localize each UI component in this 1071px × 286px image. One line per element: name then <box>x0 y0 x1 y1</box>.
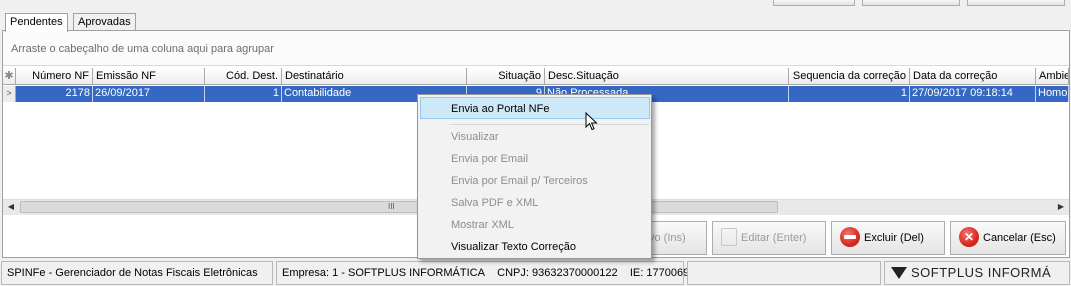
editar-button[interactable]: Editar (Enter) <box>712 221 826 255</box>
cell-numero-nf[interactable]: 2178 <box>16 86 93 102</box>
row-indicator-header[interactable]: ✱ <box>3 68 16 85</box>
col-sequencia-correcao[interactable]: Sequencia da correção <box>789 68 910 85</box>
cancelar-button-label: Cancelar (Esc) <box>983 232 1056 244</box>
menu-envia-email-terceiros[interactable]: Envia por Email p/ Terceiros <box>418 170 651 192</box>
scroll-grip: III <box>388 202 395 211</box>
menu-separator <box>449 124 649 125</box>
edit-icon <box>721 228 737 247</box>
col-ambiente[interactable]: Ambien <box>1036 68 1069 85</box>
cell-sequencia-correcao[interactable]: 1 <box>789 86 910 102</box>
excluir-button[interactable]: Excluir (Del) <box>831 221 945 255</box>
cancelar-button[interactable]: ✕ Cancelar (Esc) <box>950 221 1066 255</box>
status-empty-panel <box>687 261 881 285</box>
status-ie: IE: 1770069 <box>629 267 690 279</box>
cell-ambiente[interactable]: Homolo <box>1036 86 1069 102</box>
cell-emissao-nf[interactable]: 26/09/2017 <box>93 86 205 102</box>
softplus-logo-text: SOFTPLUS INFORMÁ <box>911 265 1052 280</box>
menu-visualizar-texto-correcao[interactable]: Visualizar Texto Correção <box>418 236 651 258</box>
excluir-icon <box>840 227 860 248</box>
status-cnpj: CNPJ: 93632370000122 <box>497 267 618 279</box>
scrollbar-thumb[interactable] <box>20 201 778 213</box>
menu-envia-portal-nfe[interactable]: Envia ao Portal NFe <box>420 97 650 119</box>
status-logo-panel: SOFTPLUS INFORMÁ <box>884 261 1070 285</box>
menu-salva-pdf-xml[interactable]: Salva PDF e XML <box>418 192 651 214</box>
editar-button-label: Editar (Enter) <box>741 232 807 244</box>
col-cod-dest[interactable]: Cód. Dest. <box>205 68 282 85</box>
top-button-2[interactable] <box>862 0 960 6</box>
tab-pendentes[interactable]: Pendentes <box>5 13 68 32</box>
col-data-correcao[interactable]: Data da correção <box>910 68 1036 85</box>
col-desc-situacao[interactable]: Desc.Situação <box>545 68 789 85</box>
tab-pendentes-label: Pendentes <box>10 16 63 28</box>
menu-envia-email[interactable]: Envia por Email <box>418 148 651 170</box>
col-numero-nf[interactable]: Número NF <box>16 68 93 85</box>
scroll-left-icon[interactable]: ◀ <box>3 199 19 215</box>
context-menu: Envia ao Portal NFe Visualizar Envia por… <box>417 94 652 259</box>
status-app-name: SPINFe - Gerenciador de Notas Fiscais El… <box>1 261 273 285</box>
col-situacao[interactable]: Situação <box>467 68 545 85</box>
softplus-logo-icon <box>891 267 907 280</box>
tab-aprovadas[interactable]: Aprovadas <box>73 13 136 31</box>
top-button-1[interactable] <box>773 0 855 6</box>
cancel-icon: ✕ <box>959 227 979 248</box>
status-empresa: Empresa: 1 - SOFTPLUS INFORMÁTICA <box>282 267 485 279</box>
menu-mostrar-xml[interactable]: Mostrar XML <box>418 214 651 236</box>
cell-data-correcao[interactable]: 27/09/2017 09:18:14 <box>910 86 1036 102</box>
col-emissao-nf[interactable]: Emissão NF <box>93 68 205 85</box>
scroll-right-icon[interactable]: ▶ <box>1053 199 1069 215</box>
col-destinatario[interactable]: Destinatário <box>282 68 467 85</box>
excluir-button-label: Excluir (Del) <box>864 232 924 244</box>
status-company-panel: Empresa: 1 - SOFTPLUS INFORMÁTICA CNPJ: … <box>276 261 689 285</box>
row-indicator[interactable]: > <box>3 86 16 102</box>
group-by-hint: Arraste o cabeçalho de uma coluna aqui p… <box>11 43 274 55</box>
novo-button-label: vo (Ins) <box>649 232 686 244</box>
tab-aprovadas-label: Aprovadas <box>78 16 131 28</box>
mouse-cursor-icon <box>585 112 598 131</box>
cell-cod-dest[interactable]: 1 <box>205 86 282 102</box>
menu-visualizar[interactable]: Visualizar <box>418 126 651 148</box>
top-button-3[interactable] <box>967 0 1065 6</box>
